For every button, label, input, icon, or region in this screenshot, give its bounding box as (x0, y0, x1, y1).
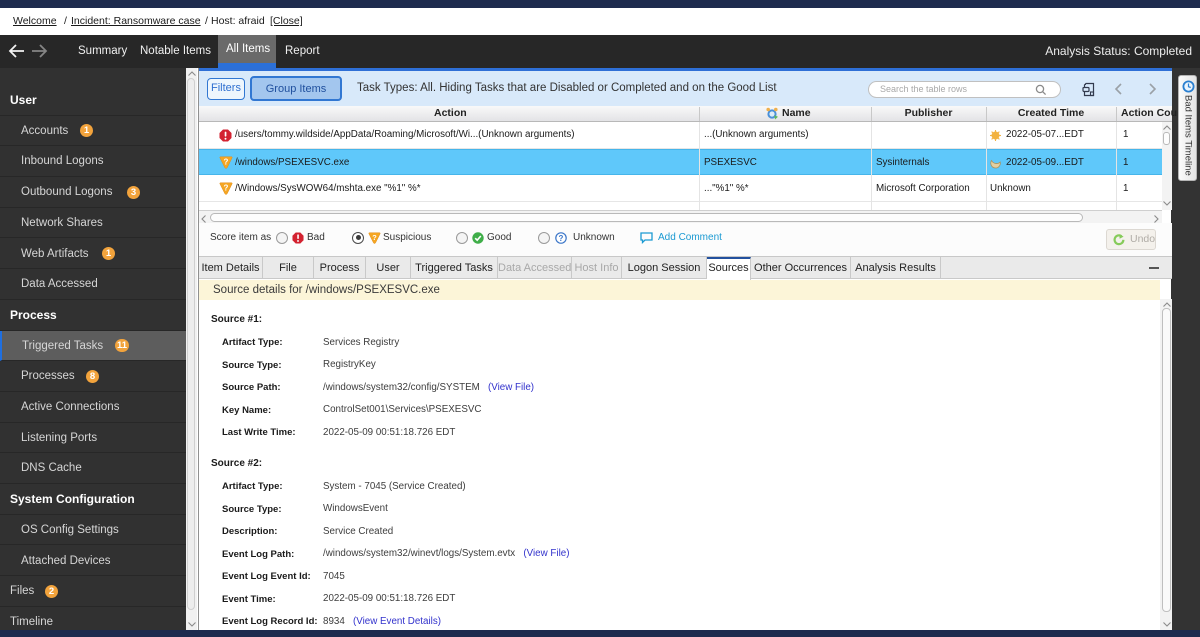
svg-text:?: ? (372, 232, 377, 241)
svg-text:?: ? (224, 183, 229, 192)
svg-text:?: ? (224, 157, 229, 166)
svg-text:?: ? (559, 233, 564, 242)
